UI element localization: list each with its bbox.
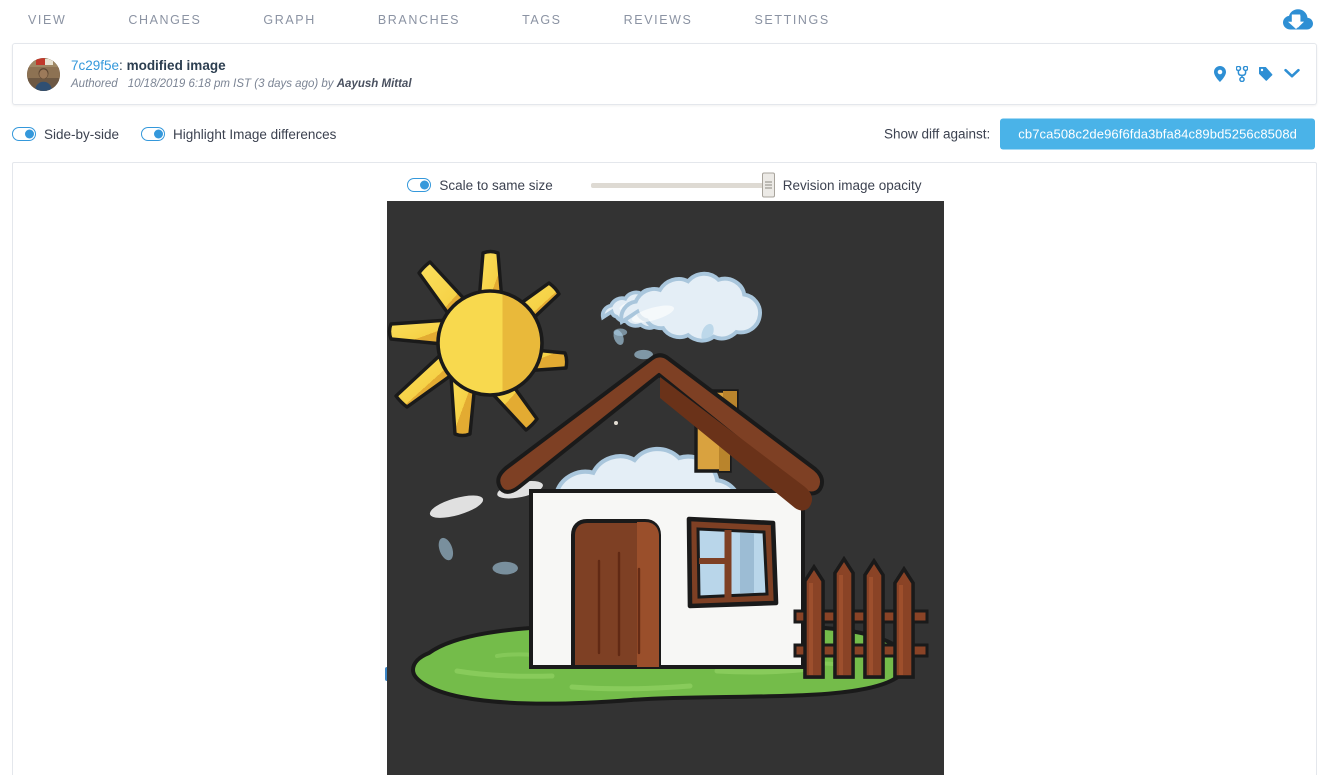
avatar[interactable] — [27, 57, 60, 91]
highlight-differences-label: Highlight Image differences — [173, 126, 337, 142]
grip-line — [764, 181, 772, 183]
commit-text-block: 7c29f5e: modified image Authored 10/18/20… — [71, 57, 412, 92]
show-diff-against-label: Show diff against: — [883, 126, 991, 142]
tab-changes[interactable]: CHANGES — [128, 7, 201, 33]
toggle-knob — [154, 129, 164, 139]
commit-message: modified image — [126, 57, 226, 73]
commit-sha-separator: : — [119, 57, 127, 73]
commit-sha-link[interactable]: 7c29f5e — [71, 58, 119, 73]
grip-line — [764, 187, 772, 189]
show-diff-against-group: Show diff against: cb7ca508c2de96f6fda3b… — [883, 118, 1315, 150]
top-navigation-bar: VIEW CHANGES GRAPH BRANCHES TAGS REVIEWS… — [0, 0, 1329, 40]
commit-title: 7c29f5e: modified image — [71, 57, 412, 74]
revision-opacity-slider[interactable] — [590, 172, 775, 198]
commit-date: 10/18/2019 6:18 pm IST (3 days ago) by — [127, 77, 334, 90]
commit-metadata: Authored 10/18/2019 6:18 pm IST (3 days a… — [71, 76, 412, 92]
tab-view[interactable]: VIEW — [28, 7, 66, 33]
scale-to-same-size-switch[interactable] — [407, 178, 432, 192]
tab-tags[interactable]: TAGS — [522, 7, 562, 33]
highlight-differences-toggle[interactable]: Highlight Image differences — [141, 127, 336, 142]
grip-line — [764, 184, 772, 186]
revision-opacity-slider-group: Revision image opacity — [590, 172, 922, 198]
tab-reviews[interactable]: REVIEWS — [624, 7, 693, 33]
nav-tab-list: VIEW CHANGES GRAPH BRANCHES TAGS REVIEWS… — [18, 7, 892, 33]
highlight-differences-switch[interactable] — [141, 127, 166, 141]
side-by-side-toggle[interactable]: Side-by-side — [12, 127, 119, 142]
image-canvas-area — [13, 201, 1316, 775]
tag-icon[interactable] — [1258, 66, 1274, 82]
authored-label: Authored — [71, 77, 118, 90]
cloud-download-icon[interactable] — [1281, 5, 1315, 35]
diff-target-sha-button[interactable]: cb7ca508c2de96f6fda3bfa84c89bd5256c8508d — [1000, 118, 1315, 150]
house-scene-illustration — [387, 201, 944, 775]
slider-handle[interactable] — [761, 172, 775, 198]
side-by-side-switch[interactable] — [12, 127, 36, 141]
image-diff-viewer-panel: Scale to same size Revision image opacit… — [12, 162, 1317, 775]
viewer-controls-inner: Scale to same size Revision image opacit… — [407, 172, 922, 198]
scale-to-same-size-toggle[interactable]: Scale to same size — [407, 177, 553, 193]
viewer-controls-row: Scale to same size Revision image opacit… — [13, 163, 1316, 201]
branch-icon[interactable] — [1236, 66, 1248, 82]
tab-settings[interactable]: SETTINGS — [754, 7, 829, 33]
scale-to-same-size-label: Scale to same size — [439, 177, 553, 193]
revision-opacity-label: Revision image opacity — [782, 177, 922, 193]
toggle-knob — [420, 180, 430, 190]
tab-graph[interactable]: GRAPH — [263, 7, 315, 33]
commit-author: Aayush Mittal — [336, 77, 412, 90]
map-marker-icon[interactable] — [1214, 66, 1226, 82]
tab-branches[interactable]: BRANCHES — [378, 7, 460, 33]
side-by-side-label: Side-by-side — [44, 126, 120, 142]
chevron-down-icon[interactable] — [1284, 68, 1300, 80]
revision-image[interactable] — [387, 201, 944, 775]
commit-header-card: 7c29f5e: modified image Authored 10/18/20… — [12, 43, 1317, 105]
diff-options-row: Side-by-side Highlight Image differences… — [12, 113, 1317, 155]
commit-action-icons — [1214, 66, 1300, 82]
toggle-knob — [25, 129, 34, 139]
